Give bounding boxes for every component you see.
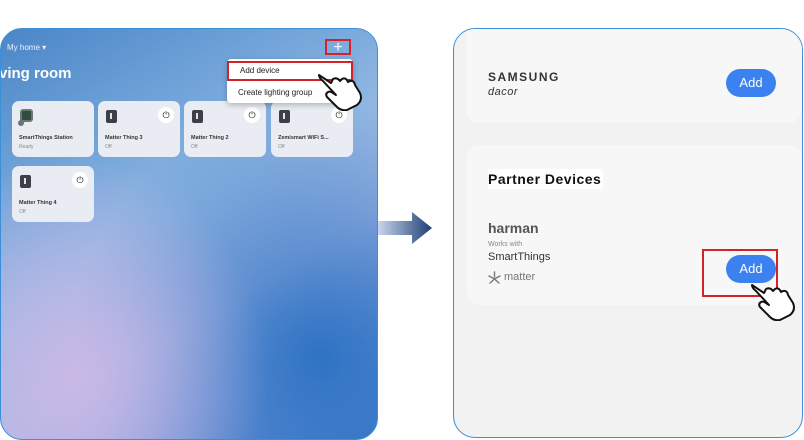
arrow-right-icon [378,212,432,244]
status-badge [18,120,24,126]
power-icon[interactable]: ⏻ [72,172,88,188]
device-status: Off [19,209,26,215]
plus-icon: + [333,39,343,56]
device-name: Zemismart WiFi S... [278,135,329,141]
dacor-logo: dacor [488,86,519,98]
device-tile-matter-4[interactable]: ⏻ Matter Thing 4 Off [12,166,94,222]
harman-logo: harman [488,220,539,236]
works-with-label: Works with [488,241,523,248]
matter-icon [488,271,501,284]
plug-icon [106,110,117,123]
samsung-logo: SAMSUNG [488,70,560,84]
device-status: Ready [19,144,34,150]
device-tile-matter-3[interactable]: ⏻ Matter Thing 3 Off [98,101,180,157]
section-title: Partner Devices [488,169,604,189]
device-name: Matter Thing 2 [191,135,229,141]
device-name: SmartThings Station [19,135,73,141]
power-icon[interactable]: ⏻ [158,107,174,123]
smartthings-label: SmartThings [488,251,551,263]
device-status: Off [105,144,112,150]
power-icon[interactable]: ⏻ [244,107,260,123]
add-button[interactable]: Add [726,69,776,97]
samsung-brand-card: SAMSUNG dacor Add [466,29,802,123]
app-screen-home: My home ▾ ving room + SmartThings Statio… [0,28,378,440]
device-name: Matter Thing 4 [19,200,57,206]
plug-icon [279,110,290,123]
app-screen-add-device: SAMSUNG dacor Add Partner Devices harman… [453,28,803,438]
pointing-hand-icon [751,284,795,321]
device-status: Off [278,144,285,150]
device-status: Off [191,144,198,150]
add-plus-button[interactable]: + [325,39,351,56]
plug-icon [20,175,31,188]
pointing-hand-icon [318,74,362,111]
matter-label: matter [504,271,536,283]
plug-icon [192,110,203,123]
home-selector[interactable]: My home ▾ [7,43,46,52]
device-tile-station[interactable]: SmartThings Station Ready [12,101,94,157]
device-name: Matter Thing 3 [105,135,143,141]
room-title: ving room [0,65,72,82]
device-tile-matter-2[interactable]: ⏻ Matter Thing 2 Off [184,101,266,157]
